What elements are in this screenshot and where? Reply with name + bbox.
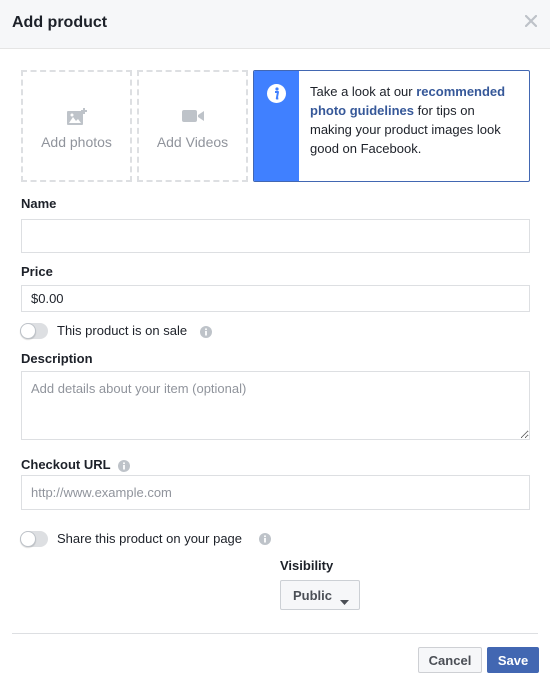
add-product-dialog: Add product Add photos Add Videos Take a…	[0, 0, 550, 685]
save-button[interactable]: Save	[487, 647, 539, 673]
info-icon	[267, 84, 286, 108]
price-label: Price	[21, 264, 53, 279]
name-label: Name	[21, 196, 57, 211]
photo-guidelines-notice: Take a look at our recommended photo gui…	[253, 70, 530, 182]
name-input[interactable]	[21, 219, 530, 253]
description-label: Description	[21, 351, 93, 366]
add-photos-button[interactable]: Add photos	[21, 70, 132, 182]
on-sale-label: This product is on sale	[57, 323, 188, 338]
add-videos-label: Add Videos	[156, 134, 229, 150]
help-icon[interactable]	[200, 325, 212, 338]
dialog-title: Add product	[12, 14, 108, 31]
info-text: Take a look at our recommended photo gui…	[310, 82, 519, 158]
help-icon[interactable]	[259, 532, 271, 545]
description-textarea[interactable]	[21, 371, 530, 440]
chevron-down-icon	[340, 593, 349, 608]
info-text-before: Take a look at our	[310, 84, 417, 99]
toggle-knob	[20, 531, 36, 547]
checkout-url-input[interactable]	[21, 475, 530, 510]
share-on-page-toggle[interactable]	[20, 531, 48, 547]
on-sale-toggle[interactable]	[20, 323, 48, 339]
add-photos-label: Add photos	[41, 134, 112, 150]
visibility-label: Visibility	[280, 558, 334, 573]
dialog-header: Add product	[0, 0, 550, 49]
checkout-url-label: Checkout URL	[21, 457, 111, 472]
visibility-dropdown[interactable]: Public	[280, 580, 360, 610]
help-icon[interactable]	[118, 459, 130, 472]
toggle-knob	[20, 323, 36, 339]
price-input[interactable]	[21, 285, 530, 312]
footer-divider	[12, 633, 538, 634]
video-camera-icon	[139, 108, 246, 124]
cancel-button[interactable]: Cancel	[418, 647, 482, 673]
visibility-value: Public	[293, 587, 333, 603]
share-on-page-label: Share this product on your page	[57, 531, 243, 546]
add-photo-icon	[23, 108, 130, 126]
close-icon[interactable]	[523, 13, 539, 29]
add-videos-button[interactable]: Add Videos	[137, 70, 248, 182]
